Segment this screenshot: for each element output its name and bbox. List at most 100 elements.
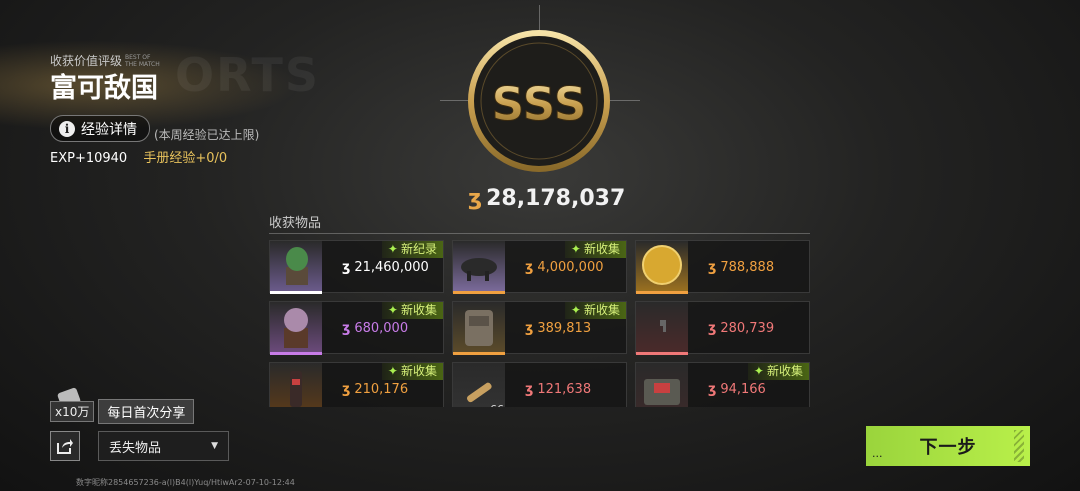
item-price: ʒ 4,000,000 <box>525 260 604 275</box>
info-icon: i <box>59 120 75 137</box>
loot-item[interactable]: ʒ 94,166 ✦ 新收集 <box>635 362 810 407</box>
backpack-icon <box>465 310 493 346</box>
share-reward-label: 每日首次分享 <box>98 398 195 424</box>
total-value: ʒ 28,178,037 <box>468 186 625 211</box>
item-price: ʒ 280,739 <box>708 321 774 336</box>
exp-value: EXP+10940 <box>50 151 128 166</box>
item-thumbnail <box>636 241 688 294</box>
lost-items-dropdown[interactable]: 丢失物品 ▼ <box>98 431 229 461</box>
ornate-artifact-icon <box>284 308 308 348</box>
bronze-ox-icon <box>461 258 497 281</box>
sparkle-icon: ✦ <box>387 242 398 256</box>
coin-icon: ʒ <box>708 260 717 275</box>
share-reward: x10万 每日首次分享 <box>50 398 195 424</box>
new-item-tag-text: 新收集 <box>766 364 803 378</box>
new-item-tag-text: 新收集 <box>583 303 620 317</box>
exp-details-label: 经验详情 <box>81 121 137 138</box>
sparkle-icon: ✦ <box>570 303 581 317</box>
loot-item[interactable]: ʒ 4,000,000 ✦ 新收集 <box>452 240 627 294</box>
new-item-tag: ✦ 新收集 <box>564 241 626 258</box>
new-item-tag-text: 新收集 <box>400 364 437 378</box>
canister-icon <box>290 371 302 407</box>
item-price-value: 680,000 <box>354 321 409 336</box>
next-dots: ... <box>872 447 883 460</box>
sparkle-icon: ✦ <box>387 364 398 378</box>
coin-icon: ʒ <box>525 260 534 275</box>
item-price: ʒ 121,638 <box>525 382 591 397</box>
coin-icon: ʒ <box>342 321 351 336</box>
coin-icon: ʒ <box>708 382 717 397</box>
item-thumbnail <box>636 363 688 407</box>
small-part-icon <box>660 320 666 332</box>
grade-text: SSS <box>491 77 586 131</box>
total-value-text: 28,178,037 <box>486 186 626 211</box>
item-price-value: 788,888 <box>720 260 775 275</box>
exp-cap-note: (本周经验已达上限) <box>154 128 260 142</box>
exp-line: EXP+10940 手册经验+0/0 <box>50 147 227 166</box>
next-step-button[interactable]: 下一步 <box>866 426 1030 466</box>
item-price: ʒ 21,460,000 <box>342 260 429 275</box>
divider <box>269 233 810 234</box>
loot-item[interactable]: ʒ 389,813 ✦ 新收集 <box>452 301 627 355</box>
coin-icon: ʒ <box>708 321 717 336</box>
rating-title: 富可敌国 <box>50 73 158 104</box>
item-price: ʒ 788,888 <box>708 260 774 275</box>
bullet-icon <box>466 382 492 403</box>
item-price-value: 21,460,000 <box>354 260 429 275</box>
coin-icon: ʒ <box>342 260 351 275</box>
new-item-tag: ✦ 新收集 <box>564 302 626 319</box>
share-reward-count: x10万 <box>50 400 95 422</box>
new-item-tag: ✦ 新纪录 <box>381 241 443 258</box>
item-thumbnail <box>453 302 505 355</box>
item-price: ʒ 210,176 <box>342 382 408 397</box>
loot-item[interactable]: ʒ 280,739 <box>635 301 810 355</box>
item-price: ʒ 94,166 <box>708 382 766 397</box>
loot-item[interactable]: ʒ 788,888 <box>635 240 810 294</box>
loot-item[interactable]: ʒ 680,000 ✦ 新收集 <box>269 301 444 355</box>
dropdown-arrow-icon: ▼ <box>211 441 218 451</box>
case-icon <box>644 379 680 405</box>
item-price-value: 389,813 <box>537 321 592 336</box>
coin-icon: ʒ <box>468 186 483 211</box>
share-button[interactable] <box>50 431 80 461</box>
lost-items-label: 丢失物品 <box>109 440 162 456</box>
item-price-value: 280,739 <box>720 321 775 336</box>
coin-icon: ʒ <box>525 382 534 397</box>
grade-medal: SSS <box>468 30 610 172</box>
item-thumbnail <box>453 241 505 294</box>
watermark: 数字昵称2854657236-a(l)B4(l)Yuq/HtiwAr2-07-1… <box>76 478 295 487</box>
jade-statue-icon <box>286 247 308 285</box>
new-item-tag: ✦ 新收集 <box>381 302 443 319</box>
item-thumbnail <box>453 363 505 407</box>
sparkle-icon: ✦ <box>570 242 581 256</box>
loot-item[interactable]: ʒ 21,460,000 ✦ 新纪录 <box>269 240 444 294</box>
item-thumbnail <box>270 363 322 407</box>
item-count: 66 <box>490 403 504 407</box>
item-price-value: 210,176 <box>354 382 409 397</box>
item-price: ʒ 680,000 <box>342 321 408 336</box>
new-item-tag: ✦ 新收集 <box>747 363 809 380</box>
loot-label: 收获物品 <box>269 216 322 231</box>
gold-coin-icon <box>642 245 682 285</box>
next-step-label: 下一步 <box>919 437 977 458</box>
share-icon <box>57 439 73 454</box>
background-text: ORTS <box>175 48 320 102</box>
item-price-value: 121,638 <box>537 382 592 397</box>
sparkle-icon: ✦ <box>753 364 764 378</box>
item-thumbnail <box>270 241 322 294</box>
item-price-value: 94,166 <box>720 382 766 397</box>
coin-icon: ʒ <box>342 382 351 397</box>
item-price-value: 4,000,000 <box>537 260 604 275</box>
coin-icon: ʒ <box>525 321 534 336</box>
button-stripes <box>1014 430 1024 462</box>
item-price: ʒ 389,813 <box>525 321 591 336</box>
sparkle-icon: ✦ <box>387 303 398 317</box>
new-item-tag-text: 新收集 <box>583 242 620 256</box>
manual-exp: 手册经验+0/0 <box>143 151 228 166</box>
exp-details-button[interactable]: i 经验详情 <box>50 115 150 142</box>
new-item-tag: ✦ 新收集 <box>381 363 443 380</box>
loot-grid[interactable]: ʒ 21,460,000 ✦ 新纪录 ʒ 4,000,000 ✦ 新收集 ʒ 788,888 ʒ 68… <box>269 240 811 407</box>
item-thumbnail <box>636 302 688 355</box>
loot-item[interactable]: 66 ʒ121,638 <box>452 362 627 407</box>
loot-item[interactable]: ʒ 210,176 ✦ 新收集 <box>269 362 444 407</box>
